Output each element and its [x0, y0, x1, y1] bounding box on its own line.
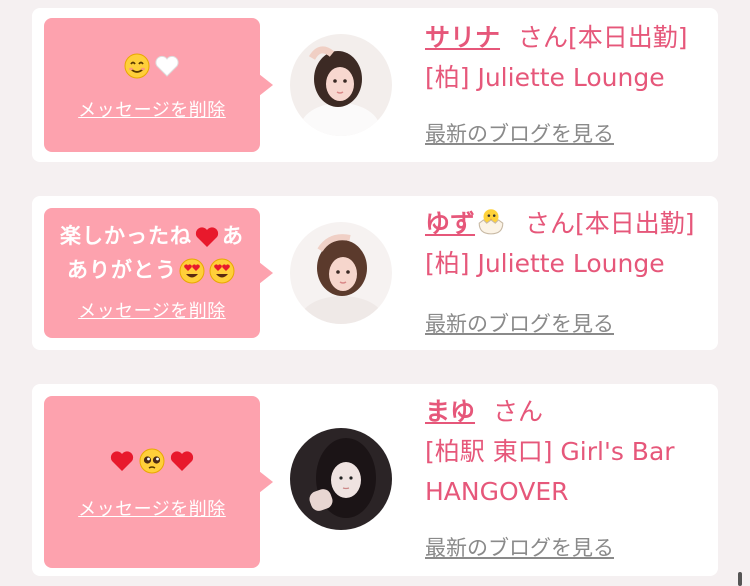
cast-name-link[interactable]: ゆず: [425, 209, 475, 238]
message-line-2: ありがとう: [67, 258, 177, 282]
blog-link[interactable]: 最新のブログを見る: [425, 532, 614, 562]
message-text: [107, 443, 197, 477]
message-text: 楽しかったね あ ありがとう: [60, 219, 244, 287]
cast-status: さん[本日出勤]: [525, 209, 695, 238]
message-line-2-start: あ: [222, 224, 244, 248]
message-card: メッセージを削除 サリナ さん[本日出勤] [柏] Juliette Lounge…: [32, 8, 718, 162]
message-line-1: 楽しかったね: [60, 224, 192, 248]
avatar[interactable]: [290, 222, 392, 324]
cast-name-link[interactable]: サリナ: [425, 23, 500, 52]
delete-message-link[interactable]: メッセージを削除: [78, 96, 226, 122]
blog-link[interactable]: 最新のブログを見る: [425, 118, 614, 148]
message-text: [122, 48, 182, 82]
message-card: 楽しかったね あ ありがとう メッセージを削除 ゆず さん[本日出勤] [柏] …: [32, 196, 718, 350]
heart-eyes-emoji: [179, 258, 205, 284]
delete-message-link[interactable]: メッセージを削除: [78, 297, 226, 323]
shop-name: [柏] Juliette Lounge: [425, 249, 665, 278]
message-bubble: メッセージを削除: [44, 18, 260, 152]
cast-status: さん[本日出勤]: [518, 23, 688, 52]
red-heart-emoji: [170, 451, 194, 471]
delete-message-link[interactable]: メッセージを削除: [78, 495, 226, 521]
cast-info: ゆず さん[本日出勤] [柏] Juliette Lounge 最新のブログを見…: [425, 204, 708, 344]
cast-name-link[interactable]: まゆ: [425, 397, 475, 426]
shop-name: [柏駅 東口] Girl's Bar HANGOVER: [425, 437, 675, 506]
avatar-photo: [290, 34, 392, 136]
avatar[interactable]: [290, 34, 392, 136]
cast-status: さん: [493, 397, 544, 426]
message-bubble: メッセージを削除: [44, 396, 260, 568]
cast-info: まゆ さん [柏駅 東口] Girl's Bar HANGOVER 最新のブログを…: [425, 392, 708, 572]
hatching-chick-emoji: [478, 209, 504, 235]
smiling-face-emoji: [124, 53, 150, 79]
cast-info: サリナ さん[本日出勤] [柏] Juliette Lounge 最新のブログを見…: [425, 18, 708, 158]
pleading-face-emoji: [139, 448, 165, 474]
avatar[interactable]: [290, 428, 392, 530]
avatar-photo: [290, 428, 392, 530]
heart-eyes-emoji: [209, 258, 235, 284]
blog-link[interactable]: 最新のブログを見る: [425, 308, 614, 338]
scrollbar-thumb[interactable]: [738, 572, 742, 586]
name-line: サリナ さん[本日出勤]: [425, 18, 708, 58]
shop-name: [柏] Juliette Lounge: [425, 63, 665, 92]
message-bubble: 楽しかったね あ ありがとう メッセージを削除: [44, 208, 260, 338]
red-heart-emoji: [110, 451, 134, 471]
name-line: ゆず さん[本日出勤]: [425, 204, 708, 244]
name-line: まゆ さん: [425, 392, 708, 432]
red-heart-emoji: [195, 227, 219, 247]
avatar-photo: [290, 222, 392, 324]
message-card: メッセージを削除 まゆ さん [柏駅 東口] Girl's Bar HANGOVE…: [32, 384, 718, 576]
white-heart-emoji: [155, 55, 179, 77]
